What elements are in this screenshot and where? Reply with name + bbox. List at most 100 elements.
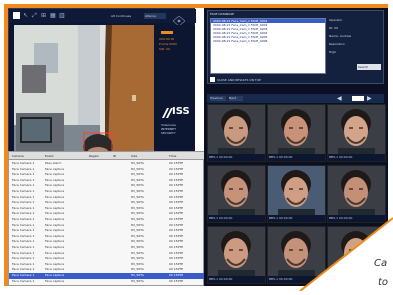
corner-caption-1: Ca: [374, 258, 388, 269]
zoom-icon[interactable]: ⊞: [41, 12, 48, 19]
mode-label: Alt Continues: [111, 14, 132, 18]
table-cell: Face Camera 1: [12, 261, 35, 266]
table-row[interactable]: Face Camera 1 Face capture 83_56TA 00 15PTE: [9, 279, 205, 285]
status-line-1: 000:00:00: [159, 37, 175, 41]
col-time[interactable]: Time: [169, 154, 176, 158]
table-cell: Face Camera 1: [12, 200, 35, 205]
face-thumbnail[interactable]: BB5-1 00:00:00: [207, 104, 266, 162]
table-cell: 83_56TA: [131, 183, 144, 188]
table-cell: 00 15PTE: [169, 250, 184, 255]
status-line-2: Frame 0000: [159, 42, 177, 46]
face-image: [208, 166, 265, 215]
table-cell: 83_56TA: [131, 267, 144, 272]
table-cell: 83_56TA: [131, 189, 144, 193]
table-cell: Face capture: [45, 222, 65, 227]
thumbnail-caption: BB5-1 00:00:00: [208, 276, 265, 283]
table-cell: 83_56TA: [131, 278, 144, 283]
table-cell: 83_56TA: [131, 261, 144, 266]
split-icon[interactable]: ▥: [59, 12, 66, 19]
stop-icon[interactable]: [13, 12, 20, 19]
table-cell: Face capture: [45, 166, 65, 171]
face-thumbnail[interactable]: BB5-1 00:00:00: [267, 165, 326, 223]
col-id[interactable]: ID: [113, 154, 116, 158]
camera-feed[interactable]: [14, 25, 154, 157]
face-thumbnail[interactable]: BB5-1 00:00:00: [207, 165, 266, 223]
thumbnail-caption: BB5-1 00:00:00: [268, 276, 325, 283]
thumbnail-caption: BB5-1 00:00:00: [328, 215, 385, 222]
table-cell: Face capture: [45, 256, 65, 261]
table-cell: 83_56TA: [131, 161, 144, 165]
table-cell: Face capture: [45, 189, 65, 193]
table-cell: 83_56TA: [131, 172, 144, 177]
table-cell: Face Camera 1: [12, 250, 35, 255]
camera-scene: [14, 25, 154, 157]
col-camera[interactable]: Camera: [12, 154, 24, 158]
info-line: Resolution: [329, 42, 345, 46]
db-info: Operator ID: 00 Name: Andrew Resolution …: [329, 18, 383, 74]
table-cell: Face Camera 1: [12, 189, 35, 193]
info-line: Name: Andrew: [329, 34, 352, 38]
info-line: ID: 00: [329, 26, 338, 30]
table-cell: Face Camera 1: [12, 217, 35, 221]
table-header: Camera Event Region ID Size Time: [9, 152, 205, 160]
first-page-icon[interactable]: ◀: [337, 95, 347, 102]
prev-button[interactable]: Previous: [210, 96, 226, 101]
brand-sub-3: SECURITY: [161, 131, 176, 135]
expand-icon[interactable]: ⤢: [32, 12, 39, 19]
close-results-checkbox[interactable]: [210, 77, 215, 82]
table-cell: 83_56TA: [131, 256, 144, 261]
face-database-window: FACE DATABASE 2004-08-21 Face_Cam_1 FACE…: [204, 8, 388, 286]
face-thumbnail[interactable]: BB5-1 00:00:00: [207, 226, 266, 284]
table-cell: 83_56TA: [131, 177, 144, 182]
table-cell: 00 15PTE: [169, 222, 184, 227]
table-cell: 00 15PTE: [169, 267, 184, 272]
table-cell: Face Camera 1: [12, 183, 35, 188]
table-cell: Face Camera 1: [12, 256, 35, 261]
table-cell: Face Camera 1: [12, 161, 35, 165]
status-line-3: SID: 00: [159, 47, 170, 51]
table-cell: Face Camera 1: [12, 245, 35, 249]
face-image: [268, 166, 325, 215]
face-thumbnail[interactable]: BB5-1 00:00:00: [327, 104, 386, 162]
table-cell: 83_56TA: [131, 273, 144, 277]
table-cell: Face Camera 1: [12, 228, 35, 233]
col-size[interactable]: Size: [131, 154, 137, 158]
table-cell: 00 15PTE: [169, 273, 184, 277]
database-panel: FACE DATABASE 2004-08-21 Face_Cam_1 FACE…: [207, 10, 384, 84]
grid-icon[interactable]: ▦: [50, 12, 57, 19]
table-cell: Face Camera 1: [12, 233, 35, 238]
video-window: ↖ ⤢ ⊞ ▦ ▥ Alt Continues Alterna 000:00:0…: [8, 8, 196, 159]
db-entry[interactable]: 2004-08-21 Face_Cam_1 FACE_0006: [211, 39, 325, 43]
page-field[interactable]: [352, 96, 364, 101]
corner-caption-2: to: [378, 277, 389, 288]
face-thumbnail[interactable]: BB5-1 00:00:00: [267, 226, 326, 284]
table-cell: Face capture: [45, 211, 65, 216]
face-thumbnail[interactable]: BB5-1 00:00:00: [267, 104, 326, 162]
video-toolbar: ↖ ⤢ ⊞ ▦ ▥ Alt Continues Alterna: [9, 9, 196, 27]
ptz-control-icon[interactable]: [172, 11, 186, 27]
table-cell: 83_56TA: [131, 228, 144, 233]
col-event[interactable]: Event: [45, 154, 54, 158]
info-line: Operator: [329, 18, 343, 22]
checkbox-label: CLOSE AND RESULTS ON TOP: [217, 78, 261, 82]
next-button[interactable]: Next: [229, 96, 243, 101]
col-region[interactable]: Region: [89, 154, 99, 158]
face-thumbnail[interactable]: BB5-1 00:00:00: [327, 165, 386, 223]
table-cell: 00 15PTE: [169, 228, 184, 233]
table-cell: Face Camera 1: [12, 172, 35, 177]
table-cell: Face Camera 1: [12, 267, 35, 272]
table-cell: Face capture: [45, 239, 65, 244]
table-cell: 83_56TA: [131, 211, 144, 216]
face-thumbnail[interactable]: BB5-1 00:00:00: [327, 226, 386, 284]
search-select[interactable]: Search: [357, 64, 381, 70]
alt-select[interactable]: Alterna: [144, 13, 166, 19]
thumbnail-caption: BB5-1 00:00:00: [268, 215, 325, 222]
last-page-icon[interactable]: ▶: [367, 95, 377, 102]
table-cell: 00 15PTE: [169, 194, 184, 199]
db-list[interactable]: 2004-08-21 Face_Cam_1 FACE_0001 2004-08-2…: [210, 18, 326, 74]
table-cell: 83_56TA: [131, 222, 144, 227]
table-cell: 00 15PTE: [169, 161, 184, 165]
table-cell: 83_56TA: [131, 200, 144, 205]
record-indicator: [161, 31, 173, 34]
arrow-icon[interactable]: ↖: [23, 12, 30, 19]
